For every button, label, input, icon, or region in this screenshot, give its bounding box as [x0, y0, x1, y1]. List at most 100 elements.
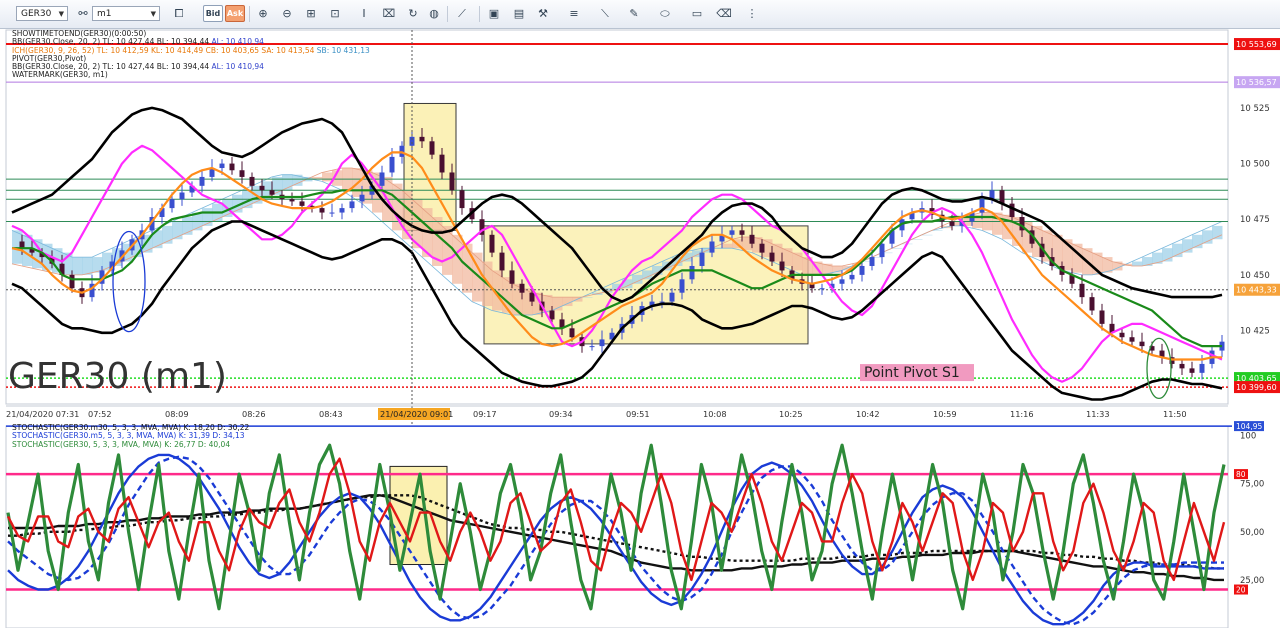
candle-body	[359, 194, 365, 202]
candle-body	[1199, 363, 1205, 373]
candle-body	[229, 163, 235, 171]
candle-body	[819, 288, 825, 290]
price-label-text: 10 399,60	[1236, 383, 1277, 392]
x-tick-label: 10:25	[779, 409, 803, 419]
candle-body	[489, 234, 495, 253]
ask-button[interactable]: Ask	[225, 5, 245, 22]
toolbar-separator	[447, 6, 448, 22]
stochastic-label-text: 80	[1236, 470, 1246, 479]
candle-body	[699, 252, 705, 266]
candle-body	[669, 292, 675, 302]
cloud-segment	[922, 234, 933, 236]
ellipse-icon[interactable]: ⬭	[656, 5, 674, 22]
reset-icon[interactable]: ⌧	[380, 5, 398, 22]
pen-icon[interactable]: ✎	[625, 5, 643, 22]
menu-icon[interactable]: ≡	[565, 5, 583, 22]
candle-body	[849, 274, 855, 280]
y-tick-label: 10 475	[1240, 215, 1270, 225]
candle-body	[1179, 363, 1185, 369]
candle-body	[419, 136, 425, 142]
eraser-icon[interactable]: ⌫	[715, 5, 733, 22]
cloud-segment	[72, 257, 83, 275]
candle-body	[569, 328, 575, 338]
candle-body	[179, 192, 185, 200]
candle-body	[589, 346, 595, 348]
x-tick-label: 09:34	[549, 409, 573, 419]
price-legend: SHOWTIMETOEND(GER30)(0:00:50) BB(GER30.Cl…	[12, 29, 370, 80]
x-tick-label: 11:33	[1086, 409, 1110, 419]
candle-body	[449, 172, 455, 191]
candle-body	[759, 243, 765, 253]
zoom-out-icon[interactable]: ⊖	[278, 5, 296, 22]
candle-body	[1099, 310, 1105, 324]
more-icon[interactable]: ⋮	[743, 5, 761, 22]
y-tick-label: 10 525	[1240, 104, 1270, 114]
chart-type-icon[interactable]: ⧠	[170, 5, 188, 22]
globe-icon[interactable]: ◍	[425, 5, 443, 22]
tools-icon[interactable]: ⚒	[534, 5, 552, 22]
candle-body	[1189, 368, 1195, 373]
rectangle-icon[interactable]: ▭	[688, 5, 706, 22]
cloud-segment	[912, 239, 923, 240]
candle-body	[779, 261, 785, 271]
candle-body	[749, 234, 755, 244]
candle-body	[349, 201, 355, 209]
candle-body	[1089, 297, 1095, 311]
candle-body	[549, 310, 555, 320]
text-icon[interactable]: Ⅰ	[355, 5, 373, 22]
candle-body	[1119, 332, 1125, 338]
timeframe-select[interactable]: m1 ▼	[92, 6, 160, 21]
zoom-area-icon[interactable]: ⊡	[326, 5, 344, 22]
toolbar-separator	[249, 6, 250, 22]
candle-body	[859, 265, 865, 275]
zoom-fit-icon[interactable]: ⊞	[302, 5, 320, 22]
stochastic-label-text: 20	[1236, 586, 1246, 595]
x-tick-label: 11:16	[1010, 409, 1034, 419]
legend-part: AL: 10 410,94	[211, 62, 264, 72]
chevron-down-icon: ▼	[58, 10, 64, 18]
toolbar-separator	[479, 6, 480, 22]
chain-icon[interactable]: ⚯	[74, 5, 92, 22]
ruler-icon[interactable]: ⟋	[453, 5, 471, 22]
template-icon[interactable]: ▤	[510, 5, 528, 22]
candle-body	[659, 301, 665, 303]
candle-body	[299, 201, 305, 206]
candle-body	[839, 279, 845, 284]
candle-body	[689, 265, 695, 280]
candle-body	[709, 241, 715, 253]
watermark-text: GER30 (m1)	[8, 356, 227, 397]
candle-body	[509, 270, 515, 284]
x-tick-label: 10:42	[856, 409, 880, 419]
x-tick-label: 08:26	[242, 409, 266, 419]
candle-body	[439, 154, 445, 173]
candle-body	[1009, 203, 1015, 217]
bid-button[interactable]: Bid	[203, 5, 223, 22]
legend-part: SB: 10 431,13	[316, 45, 370, 55]
refresh-icon[interactable]: ↻	[404, 5, 422, 22]
cloud-segment	[1132, 261, 1143, 266]
y-tick-label: 10 500	[1240, 160, 1270, 170]
candle-body	[329, 212, 335, 214]
image-icon[interactable]: ▣	[485, 5, 503, 22]
chart-area[interactable]: GER30 (m1) Point Pivot S1 10 525 10 500 10 4…	[0, 28, 1280, 628]
candle-body	[729, 230, 735, 235]
candle-body	[249, 176, 255, 186]
x-tick-label: 21/04/2020 09:01	[380, 409, 453, 419]
candle-body	[769, 252, 775, 262]
candle-body	[319, 208, 325, 213]
timeframe-value: m1	[97, 9, 112, 19]
x-tick-label: 08:43	[319, 409, 343, 419]
stochastic-legend: STOCHASTIC(GER30.m30, 5, 3, 3, MVA, MVA)…	[12, 423, 249, 449]
stochastic-y-tick: 100	[1240, 432, 1256, 442]
candle-body	[259, 185, 265, 191]
y-tick-label: 10 450	[1240, 271, 1270, 281]
symbol-select[interactable]: GER30 ▼	[16, 6, 68, 21]
candle-body	[389, 156, 395, 173]
toolbar: GER30 ▼ ⚯ m1 ▼ ⧠ Bid Ask ⊕ ⊖ ⊞ ⊡ Ⅰ ⌧ ↻ ◍ ⟋…	[0, 0, 1280, 29]
x-tick-label: 10:08	[703, 409, 727, 419]
draw-line-icon[interactable]: ⟍	[596, 5, 614, 22]
cloud-segment	[722, 243, 733, 249]
x-tick-label: 08:09	[165, 409, 189, 419]
candle-body	[979, 199, 985, 213]
zoom-in-icon[interactable]: ⊕	[254, 5, 272, 22]
